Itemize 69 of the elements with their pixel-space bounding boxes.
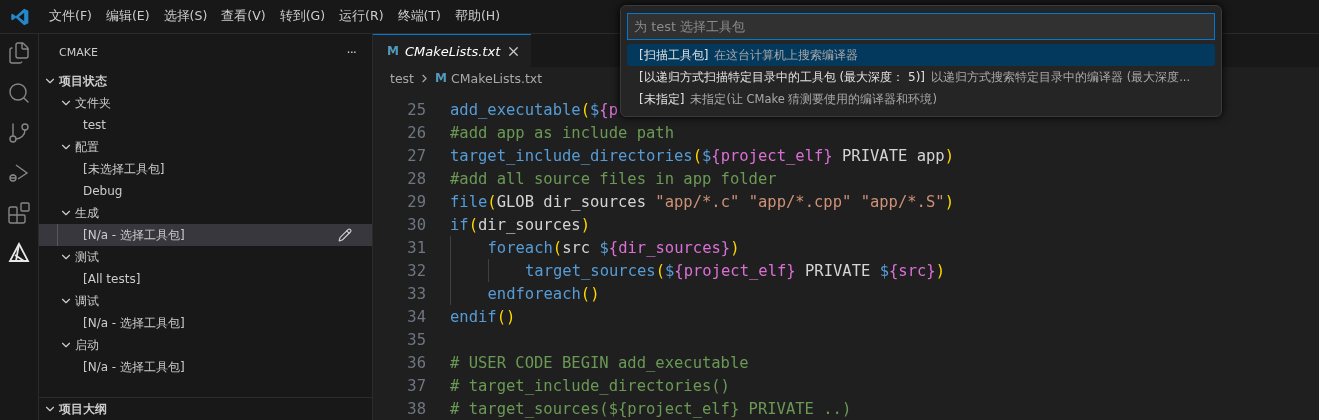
tree-item[interactable]: 配置 [75,138,352,156]
line-number: 34 [406,307,427,326]
line-number: 32 [406,261,427,280]
code-line: #add app as include path [450,123,674,142]
code-line: if(dir_sources) [450,215,590,234]
cmake-icon[interactable] [7,241,31,265]
breadcrumb-item[interactable]: test [390,70,414,86]
line-number: 37 [406,376,427,395]
line-number: 36 [406,353,427,372]
line-number: 28 [406,169,427,188]
sidebar-title: CMAKE [59,45,98,59]
code-line: target_sources(${project_elf} PRIVATE ${src}) [525,261,946,280]
quick-pick-item[interactable]: [扫描工具包] 在这台计算机上搜索编译器 [627,44,1215,66]
line-number: 30 [406,215,427,234]
tree-item[interactable]: 项目大纲 [59,400,352,418]
line-number: 35 [406,330,427,349]
menu-item[interactable]: 帮助(H) [447,8,508,25]
tree-row-selected[interactable]: [N/a - 选择工具包] [39,224,372,246]
breadcrumb-item[interactable]: CMakeLists.txt [450,70,543,86]
code-line: file(GLOB dir_sources "app/*.c" "app/*.cpp" "app/*.S") [450,192,954,211]
quick-pick-item[interactable]: [以递归方式扫描特定目录中的工具包 (最大深度： 5)] 以递归方式搜索特定目录中的编译器 (最大深度... [627,66,1215,88]
code-line: #add all source files in app folder [450,169,777,188]
tree-item[interactable]: Debug [83,184,352,198]
editor-tab[interactable]: M CMakeLists.txt [373,34,532,68]
line-number: 33 [406,284,427,303]
line-number: 26 [406,123,427,142]
code-line: add_executable(${p [450,100,618,119]
branch-icon[interactable] [7,121,31,145]
line-number: 38 [406,399,427,418]
tree-item[interactable]: [N/a - 选择工具包] [83,314,352,332]
extensions-icon[interactable] [7,201,31,225]
code-line: endif() [450,307,516,326]
tree-item[interactable]: [N/a - 选择工具包] [83,358,352,376]
menu-item[interactable]: 查看(V) [214,8,273,25]
code-line: # target_sources(${project_elf} PRIVATE ..) [450,399,852,418]
tree-item[interactable]: 项目状态 [59,72,352,90]
cmake-file-icon: M [387,44,399,59]
tree-item[interactable]: 文件夹 [75,94,352,112]
line-number: 29 [406,192,427,211]
menu-item[interactable]: 转到(G) [272,8,333,25]
cmake-file-icon: M [435,71,447,86]
tree-item[interactable]: 启动 [75,336,352,354]
line-number: 25 [406,100,427,119]
code-line: endforeach() [487,284,600,303]
line-number: 31 [406,238,427,257]
files-icon[interactable] [7,41,31,65]
search-icon[interactable] [7,81,31,105]
code-line: # USER CODE BEGIN add_executable [450,353,749,372]
tree-item[interactable]: 生成 [75,204,352,222]
line-number: 27 [406,146,427,165]
tree-item[interactable]: [未选择工具包] [83,160,352,178]
code-line: foreach(src ${dir_sources}) [487,238,740,257]
menu-item[interactable]: 终端(T) [390,8,448,25]
tree-item[interactable]: [All tests] [83,272,352,286]
menu-item[interactable]: 运行(R) [332,8,391,25]
more-actions-button[interactable]: ··· [346,44,356,60]
tree-item[interactable]: test [83,118,352,132]
quick-pick-item[interactable]: [未指定] 未指定(让 CMake 猜测要使用的编译器和环境) [627,88,1215,110]
input-field[interactable]: 为 test 选择工具包 [627,13,1215,40]
tree-item[interactable]: 测试 [75,248,352,266]
menu-item[interactable]: 编辑(E) [98,8,157,25]
code-line: target_include_directories(${project_elf} PRIVATE app) [450,146,954,165]
edit-icon[interactable] [338,228,352,242]
tree-item[interactable]: [N/a - 选择工具包] [83,226,338,244]
tree-item[interactable]: 调试 [75,292,352,310]
code-line: # target_include_directories() [450,376,730,395]
app-logo-icon[interactable] [10,6,30,27]
menu-item[interactable]: 选择(S) [156,8,215,25]
menu-item[interactable]: 文件(F) [42,8,99,25]
